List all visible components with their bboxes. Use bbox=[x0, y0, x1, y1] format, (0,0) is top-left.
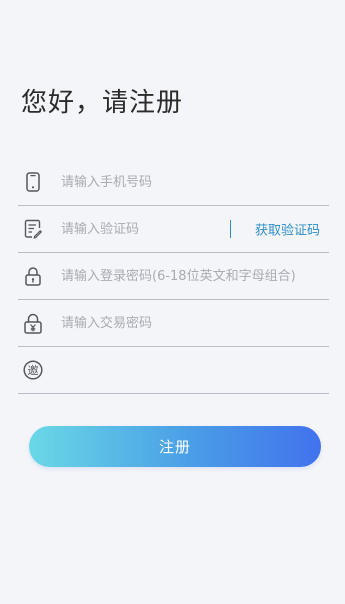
login-password-input[interactable] bbox=[61, 264, 301, 288]
invite-icon: 邀 bbox=[23, 359, 43, 381]
trade-password-input[interactable] bbox=[61, 311, 301, 335]
get-code-button[interactable]: 获取验证码 bbox=[255, 220, 320, 239]
invite-icon-glyph: 邀 bbox=[28, 363, 39, 377]
lock-yen-icon bbox=[23, 312, 43, 334]
login-password-row bbox=[18, 253, 329, 300]
lock-icon bbox=[23, 265, 43, 287]
invite-code-row: 邀 bbox=[18, 347, 329, 394]
invite-code-input[interactable] bbox=[61, 358, 301, 382]
code-divider bbox=[230, 220, 231, 238]
phone-row bbox=[18, 159, 329, 206]
code-row: 获取验证码 bbox=[18, 206, 329, 253]
message-edit-icon bbox=[23, 218, 43, 240]
code-input[interactable] bbox=[61, 217, 221, 241]
page-title: 您好，请注册 bbox=[21, 88, 184, 118]
trade-password-row bbox=[18, 300, 329, 347]
phone-input[interactable] bbox=[61, 170, 301, 194]
register-button[interactable]: 注册 bbox=[29, 426, 321, 467]
phone-icon bbox=[23, 171, 43, 193]
register-form: 获取验证码 bbox=[18, 159, 329, 394]
